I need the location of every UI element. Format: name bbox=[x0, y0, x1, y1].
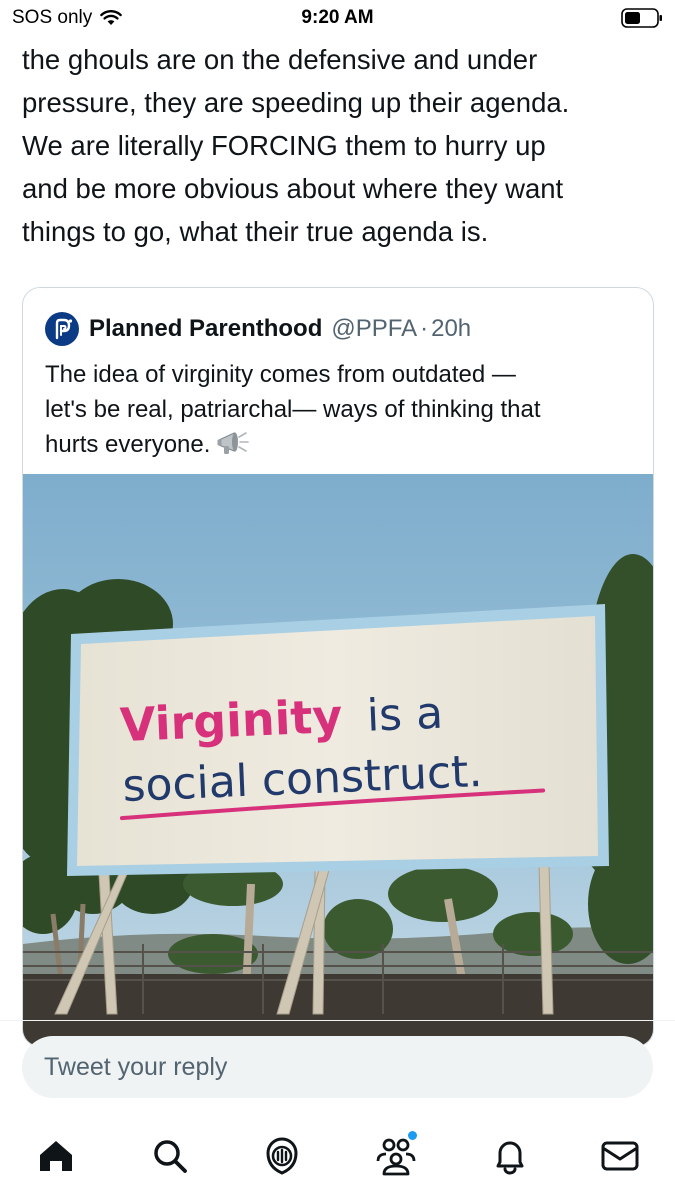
megaphone-icon bbox=[217, 432, 250, 454]
reply-input[interactable] bbox=[22, 1036, 653, 1098]
search-icon bbox=[154, 1140, 187, 1173]
separator-dot: · bbox=[420, 315, 429, 342]
clock: 9:20 AM bbox=[301, 7, 374, 28]
spaces-icon bbox=[266, 1137, 298, 1175]
tab-spaces[interactable] bbox=[260, 1134, 304, 1178]
bottom-tab-bar bbox=[0, 1120, 675, 1200]
tab-notifications[interactable] bbox=[488, 1134, 532, 1178]
avatar[interactable] bbox=[45, 312, 79, 346]
billboard-word-is-a: is a bbox=[366, 688, 444, 742]
quoted-timestamp[interactable]: 20h bbox=[431, 315, 471, 343]
quoted-line: hurts everyone. bbox=[45, 427, 635, 462]
tweet-line: things to go, what their true agenda is. bbox=[22, 216, 489, 247]
tab-search[interactable] bbox=[148, 1134, 192, 1178]
tab-home[interactable] bbox=[34, 1134, 78, 1178]
bell-icon bbox=[496, 1141, 524, 1175]
home-icon bbox=[40, 1141, 72, 1171]
communities-icon bbox=[376, 1138, 416, 1176]
quoted-author-name[interactable]: Planned Parenthood bbox=[89, 315, 322, 343]
new-activity-badge-dot bbox=[408, 1131, 417, 1140]
planned-parenthood-logo-icon bbox=[55, 318, 73, 340]
tweet-line: We are literally FORCING them to hurry u… bbox=[22, 130, 546, 161]
envelope-icon bbox=[601, 1141, 639, 1171]
tweet-text: the ghouls are on the defensive and unde… bbox=[22, 38, 652, 253]
quoted-line-text: hurts everyone. bbox=[45, 431, 211, 458]
billboard-word-virginity: Virginity bbox=[119, 689, 344, 752]
quoted-tweet-text: The idea of virginity comes from outdate… bbox=[45, 357, 635, 462]
quoted-line: let's be real, patriarchal— ways of thin… bbox=[45, 396, 541, 423]
quoted-line: The idea of virginity comes from outdate… bbox=[45, 361, 516, 388]
tweet-line: the ghouls are on the defensive and unde… bbox=[22, 44, 538, 75]
quoted-tweet-header: Planned Parenthood @PPFA · 20h bbox=[45, 312, 471, 346]
quoted-tweet-card[interactable]: Planned Parenthood @PPFA · 20h The idea … bbox=[22, 287, 654, 1047]
tab-messages[interactable] bbox=[598, 1134, 642, 1178]
tab-communities[interactable] bbox=[374, 1131, 418, 1178]
status-bar: SOS only 9:20 AM bbox=[0, 0, 675, 38]
divider bbox=[0, 1020, 675, 1021]
billboard-photo[interactable]: Virginity is a social construct. bbox=[23, 474, 654, 1047]
tweet-line: pressure, they are speeding up their age… bbox=[22, 87, 570, 118]
tweet-line: and be more obvious about where they wan… bbox=[22, 173, 564, 204]
battery-icon bbox=[621, 8, 662, 28]
quoted-author-handle[interactable]: @PPFA bbox=[331, 315, 417, 343]
